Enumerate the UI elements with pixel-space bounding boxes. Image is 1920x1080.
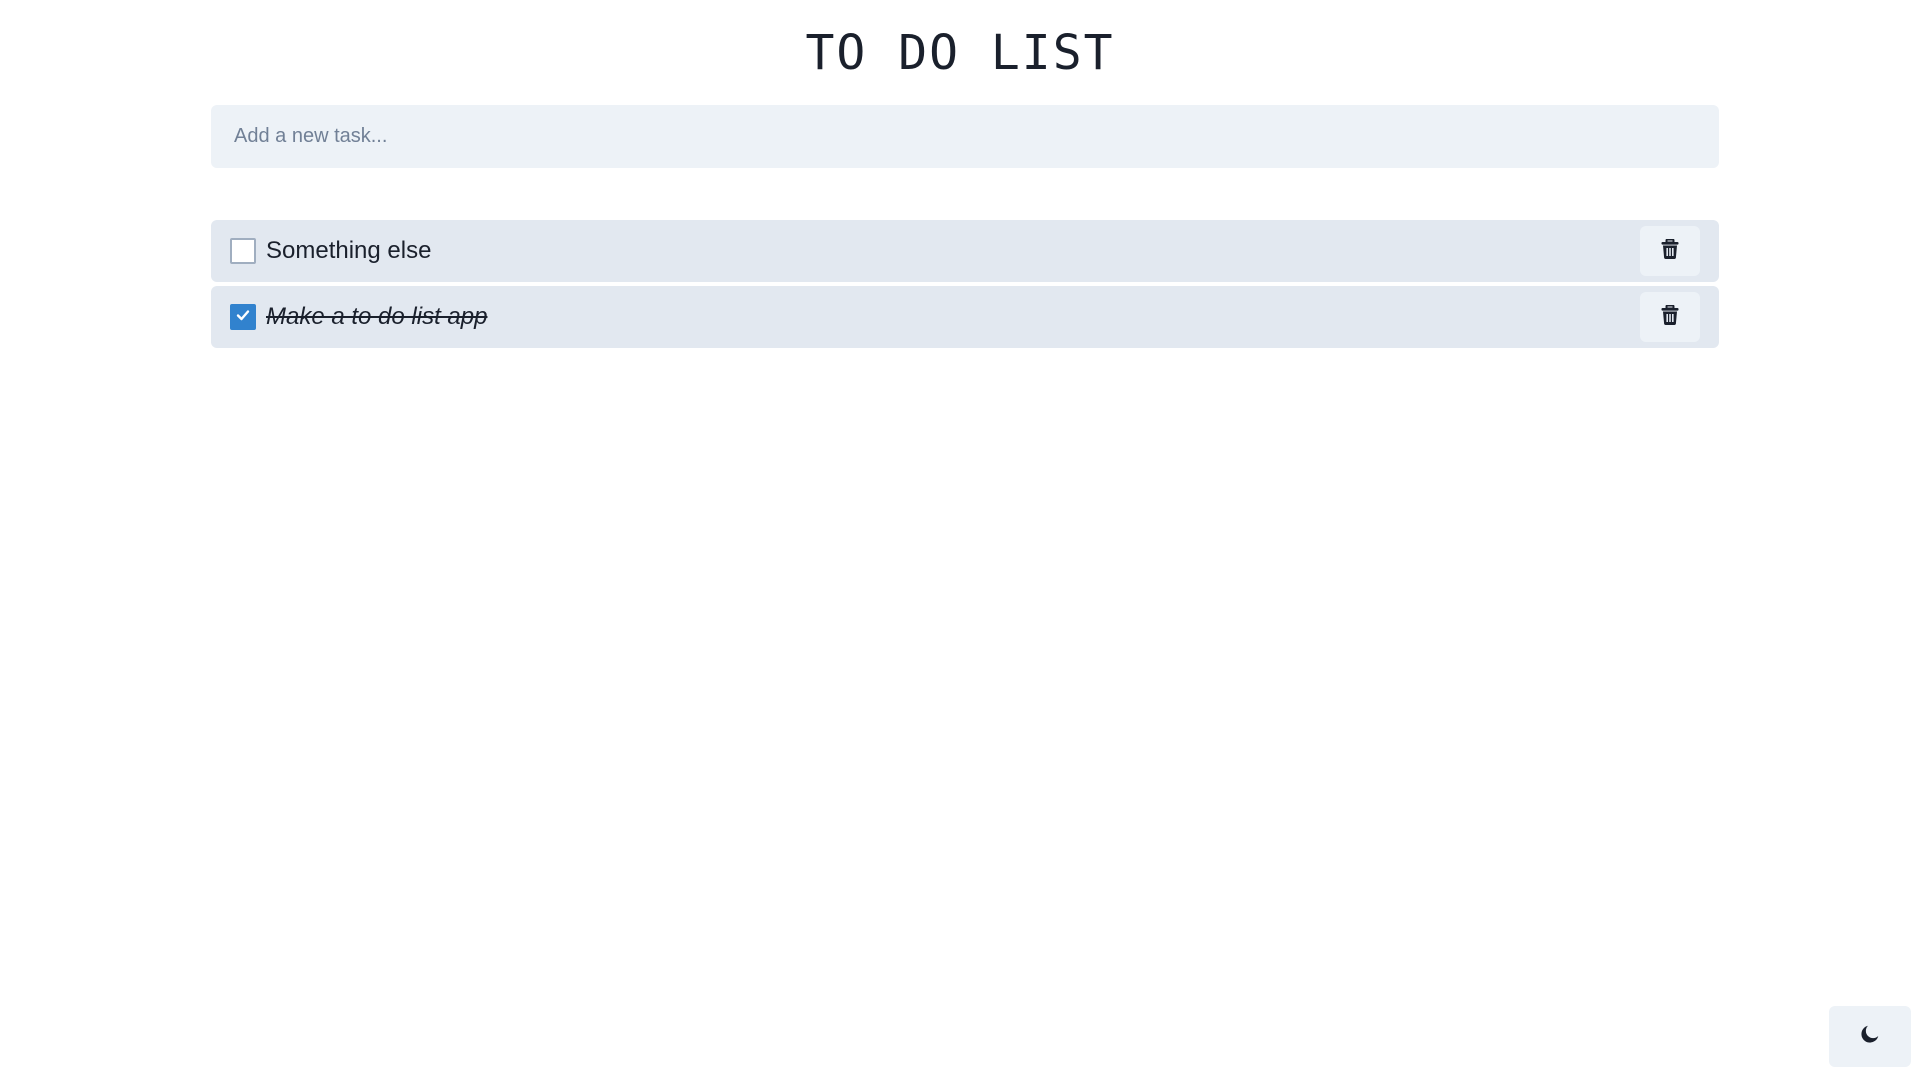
task-item: Make a to do list app	[211, 286, 1719, 348]
delete-task-button[interactable]	[1640, 226, 1700, 276]
task-text: Make a to do list app	[266, 303, 488, 330]
checkmark-icon	[235, 307, 251, 328]
task-item: Something else	[211, 220, 1719, 282]
new-task-input[interactable]	[211, 105, 1719, 168]
trash-icon	[1661, 304, 1679, 330]
task-checkbox[interactable]	[230, 238, 256, 264]
delete-task-button[interactable]	[1640, 292, 1700, 342]
task-text: Something else	[266, 237, 432, 264]
page-title: TO DO LIST	[805, 25, 1115, 81]
task-list: Something else Make a to do list app	[211, 220, 1719, 352]
moon-icon	[1859, 1023, 1881, 1050]
theme-toggle-button[interactable]	[1829, 1006, 1911, 1067]
task-checkbox[interactable]	[230, 304, 256, 330]
trash-icon	[1661, 238, 1679, 264]
todo-app: TO DO LIST Something else	[0, 0, 1920, 1080]
